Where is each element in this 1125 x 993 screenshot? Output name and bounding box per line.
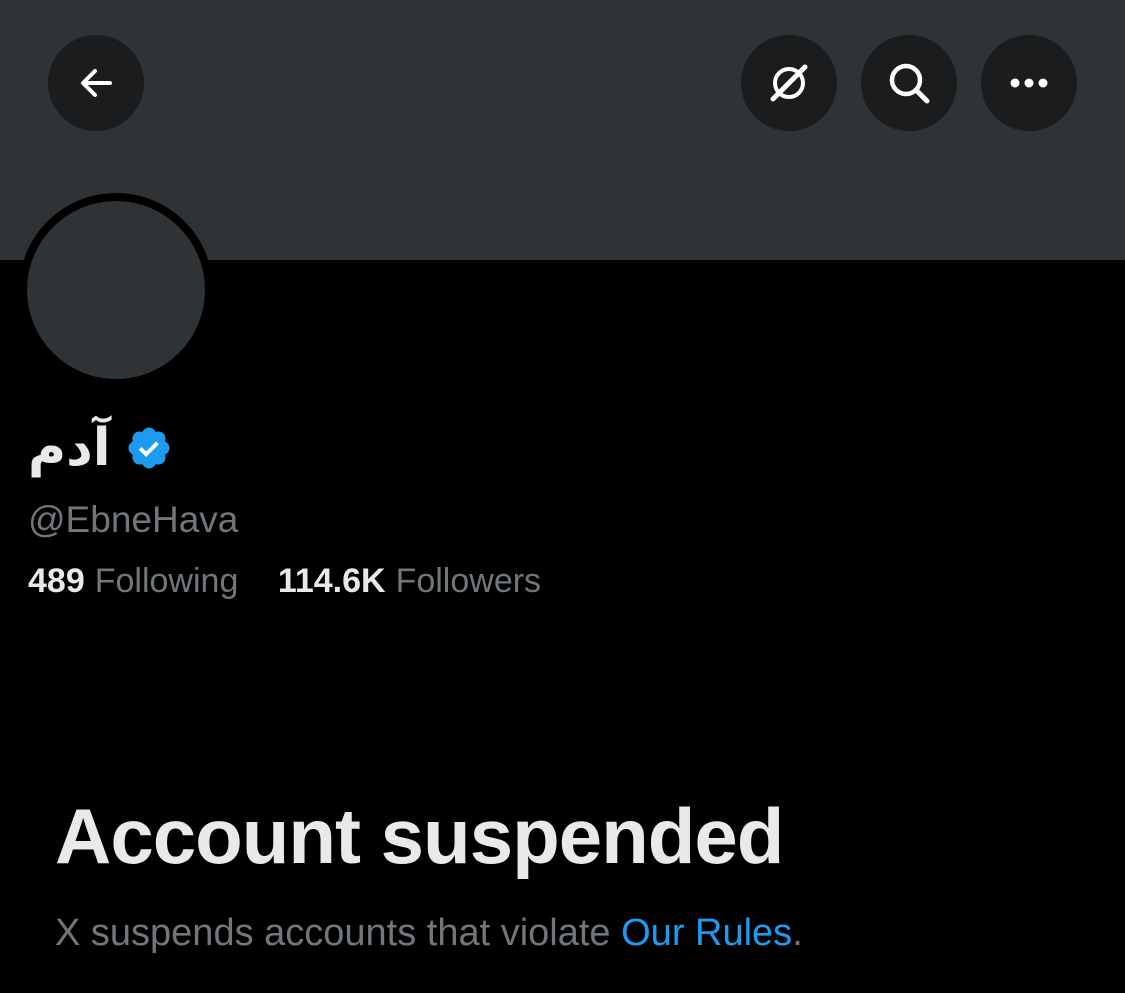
- back-button[interactable]: [48, 35, 144, 131]
- suspended-message-text: X suspends accounts that violate: [55, 912, 622, 954]
- grok-icon: [770, 64, 808, 102]
- profile-stats: 489 Following 114.6K Followers: [28, 560, 541, 602]
- followers-stat[interactable]: 114.6K Followers: [278, 560, 541, 602]
- suspended-message-period: .: [792, 912, 803, 954]
- suspended-message: X suspends accounts that violate Our Rul…: [55, 908, 803, 958]
- suspended-title: Account suspended: [55, 792, 784, 880]
- arrow-left-icon: [81, 69, 112, 97]
- more-options-button[interactable]: [981, 35, 1077, 131]
- profile-handle: @EbneHava: [28, 499, 239, 540]
- search-button[interactable]: [861, 35, 957, 131]
- following-count: 489: [28, 562, 85, 600]
- verified-badge-icon[interactable]: [125, 424, 173, 472]
- followers-count: 114.6K: [277, 562, 386, 600]
- more-horizontal-icon: [1010, 78, 1048, 88]
- profile-name-row: آدم: [28, 412, 173, 484]
- followers-label: Followers: [395, 562, 542, 600]
- following-label: Following: [94, 562, 239, 600]
- avatar[interactable]: [27, 201, 205, 379]
- display-name: آدم: [28, 418, 111, 478]
- search-icon: [889, 63, 930, 104]
- following-stat[interactable]: 489 Following: [28, 560, 238, 602]
- grok-button[interactable]: [741, 35, 837, 131]
- our-rules-link[interactable]: Our Rules: [621, 912, 792, 954]
